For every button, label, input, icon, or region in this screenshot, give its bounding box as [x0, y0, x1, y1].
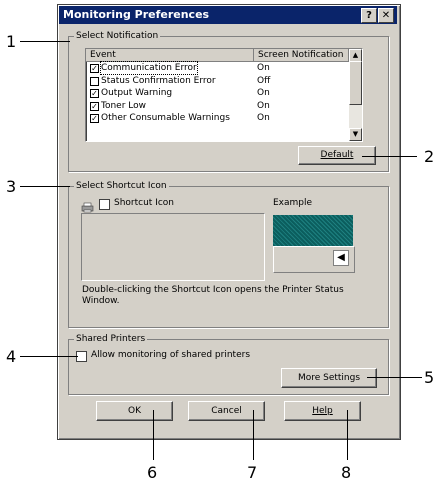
callout-line-4	[20, 356, 78, 357]
printer-icon	[81, 198, 94, 213]
help-title-button[interactable]: ?	[361, 8, 377, 23]
ok-button[interactable]: OK	[96, 401, 173, 421]
shared-printers-label: Shared Printers	[74, 334, 148, 344]
scroll-down-icon[interactable]: ▼	[349, 128, 362, 141]
callout-1: 1	[6, 32, 17, 51]
list-header: Event Screen Notification	[86, 49, 362, 62]
event-status: On	[257, 113, 270, 123]
event-name: Other Consumable Warnings	[101, 113, 230, 123]
select-notification-label: Select Notification	[74, 31, 161, 41]
event-name: Status Confirmation Error	[101, 75, 216, 86]
callout-8: 8	[341, 463, 352, 482]
shortcut-icon-label: Shortcut Icon	[114, 198, 175, 208]
event-row[interactable]: ✓ Output Warning On	[86, 87, 362, 100]
event-checkbox[interactable]: ✓	[90, 114, 99, 123]
callout-7: 7	[247, 463, 258, 482]
allow-monitoring-label: Allow monitoring of shared printers	[91, 350, 251, 360]
callout-line-3	[20, 186, 70, 187]
close-button[interactable]: ✕	[378, 8, 394, 23]
scroll-thumb[interactable]	[349, 61, 362, 105]
callout-line-1	[20, 41, 70, 42]
callout-line-8	[347, 410, 348, 460]
event-list[interactable]: Event Screen Notification ✓ Communication…	[85, 48, 363, 142]
callout-4: 4	[6, 347, 17, 366]
callout-6: 6	[147, 463, 158, 482]
callout-3: 3	[6, 177, 17, 196]
help-button[interactable]: Help	[284, 401, 361, 421]
event-row[interactable]: ✓ Toner Low On	[86, 100, 362, 113]
event-name: Communication Error	[100, 61, 198, 75]
event-checkbox[interactable]: ✓	[90, 64, 99, 73]
shortcut-icon-checkbox[interactable]	[99, 199, 110, 210]
callout-2: 2	[424, 147, 435, 166]
callout-5: 5	[424, 368, 435, 387]
event-row[interactable]: ✓ Other Consumable Warnings On	[86, 112, 362, 125]
callout-line-7	[253, 410, 254, 460]
more-settings-button[interactable]: More Settings	[281, 368, 377, 388]
event-name: Toner Low	[101, 100, 146, 111]
event-checkbox[interactable]: ✓	[90, 101, 99, 111]
event-column-header[interactable]: Event	[86, 49, 254, 61]
event-row[interactable]: ✓ Communication Error On	[86, 61, 362, 75]
event-checkbox[interactable]	[90, 76, 99, 86]
event-name: Output Warning	[101, 88, 173, 98]
shortcut-description: Double-clicking the Shortcut Icon opens …	[82, 285, 344, 306]
example-preview	[273, 215, 353, 246]
shortcut-icon-selection-box[interactable]	[81, 213, 265, 281]
list-scrollbar[interactable]: ▲ ▼	[349, 49, 362, 141]
callout-line-6	[153, 410, 154, 460]
speaker-icon: ◀	[333, 250, 349, 266]
callout-line-5	[367, 377, 422, 378]
event-status: On	[257, 100, 270, 111]
event-row[interactable]: Status Confirmation Error Off	[86, 75, 362, 88]
window-title: Monitoring Preferences	[63, 8, 210, 21]
screen-notification-column-header[interactable]: Screen Notification	[254, 49, 349, 61]
event-status: On	[257, 88, 270, 98]
example-label: Example	[273, 198, 313, 208]
event-status: Off	[257, 75, 271, 86]
select-shortcut-icon-label: Select Shortcut Icon	[74, 181, 169, 191]
callout-line-2	[362, 156, 417, 157]
event-checkbox[interactable]: ✓	[90, 89, 99, 98]
event-status: On	[257, 63, 270, 73]
